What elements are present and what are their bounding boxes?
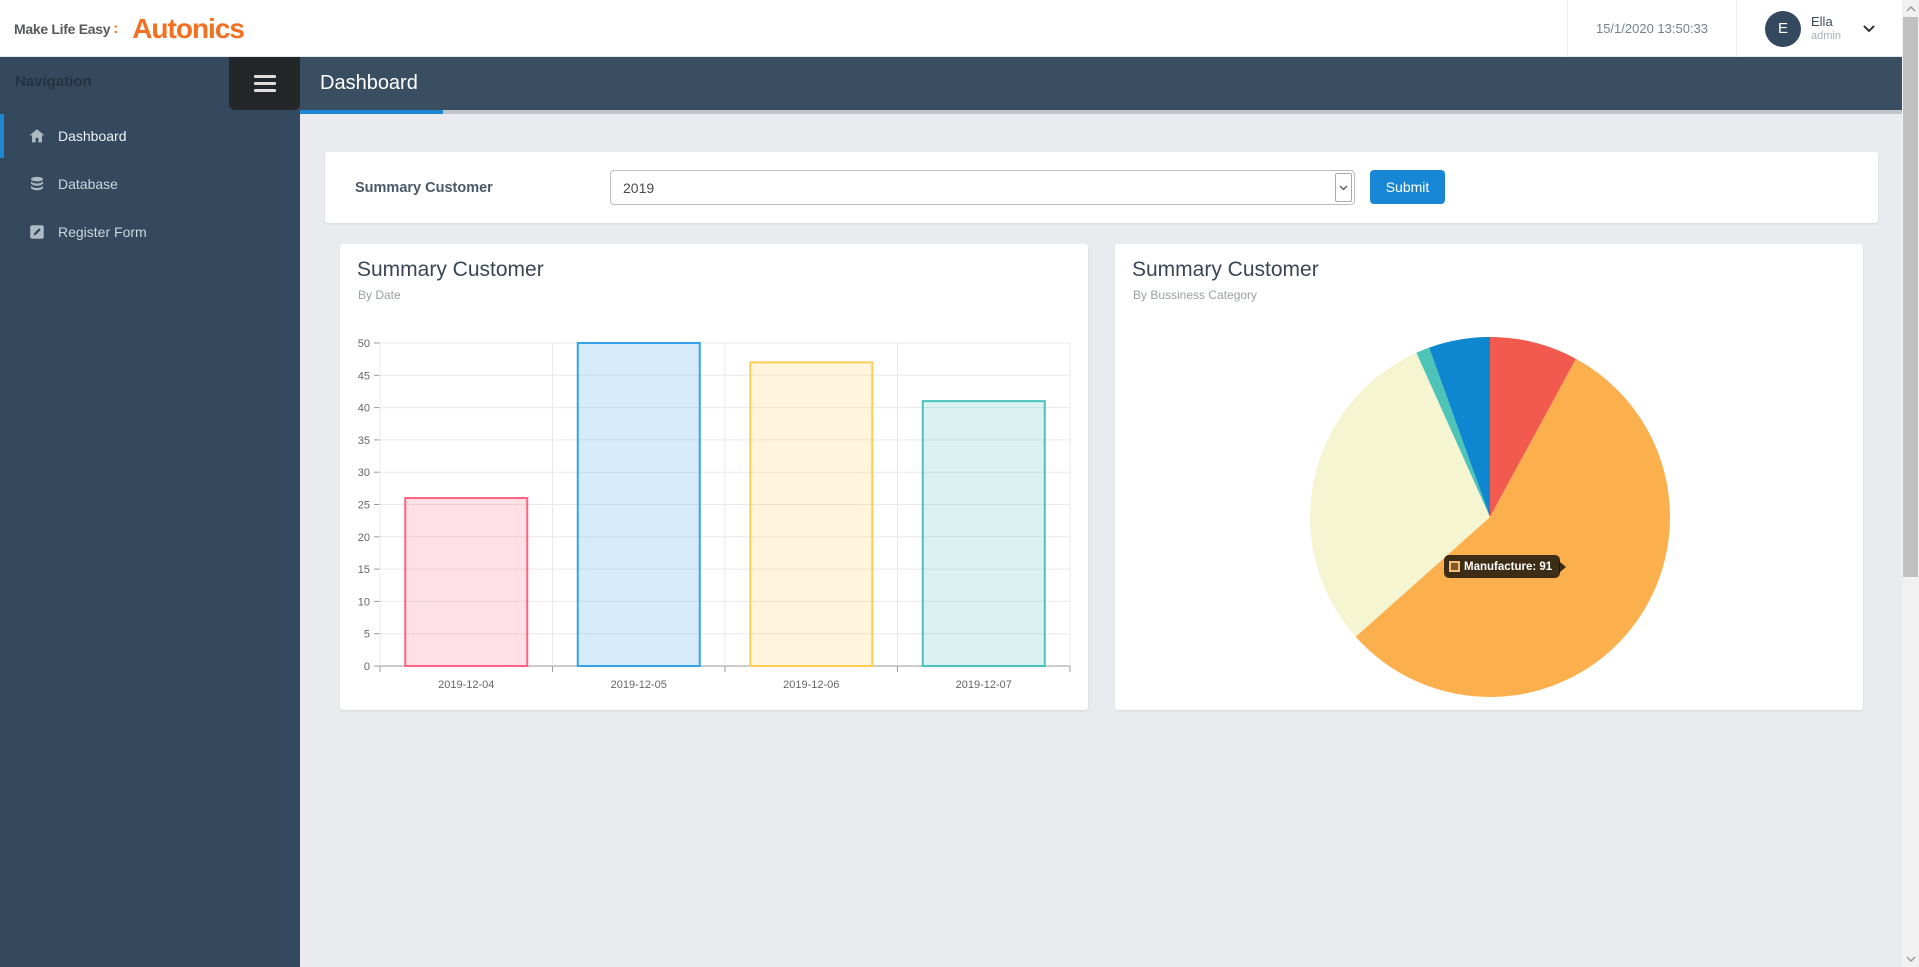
svg-text:2019-12-06: 2019-12-06: [783, 679, 839, 691]
tooltip-text: Manufacture: 91: [1464, 561, 1552, 573]
svg-text:2019-12-07: 2019-12-07: [956, 679, 1012, 691]
svg-text:35: 35: [358, 435, 370, 447]
chevron-down-icon[interactable]: [1863, 25, 1875, 33]
user-role: admin: [1811, 30, 1841, 43]
sidebar-item-label: Register Form: [58, 224, 147, 240]
sidebar-nav: Dashboard Database Register Form: [0, 112, 293, 256]
avatar[interactable]: E: [1765, 11, 1801, 47]
database-icon: [28, 175, 46, 193]
scroll-up-icon[interactable]: [1902, 0, 1919, 17]
svg-text:45: 45: [358, 370, 370, 382]
bar-card-title: Summary Customer: [357, 258, 544, 282]
tooltip-swatch: [1449, 561, 1460, 572]
chart-tooltip: Manufacture: 91: [1444, 555, 1560, 578]
year-select[interactable]: 2019: [610, 170, 1355, 205]
vertical-scrollbar[interactable]: [1902, 0, 1919, 967]
user-menu[interactable]: E Ella admin: [1737, 0, 1902, 57]
active-tab-indicator: [300, 110, 443, 114]
svg-text:40: 40: [358, 403, 370, 415]
svg-text:30: 30: [358, 467, 370, 479]
page-title: Dashboard: [320, 57, 418, 110]
year-select-value: 2019: [623, 180, 654, 196]
pie-chart-card: Summary Customer By Bussiness Category M…: [1115, 244, 1863, 710]
svg-text:50: 50: [358, 338, 370, 350]
svg-text:20: 20: [358, 532, 370, 544]
scroll-down-icon[interactable]: [1902, 950, 1919, 967]
edit-icon: [28, 223, 46, 241]
sidebar-item-label: Dashboard: [58, 128, 127, 144]
page-topbar: Dashboard: [300, 57, 1902, 110]
svg-text:5: 5: [364, 629, 370, 641]
logo-colon: :: [113, 20, 118, 37]
svg-text:15: 15: [358, 564, 370, 576]
sidebar: Navigation Dashboard Database Register For…: [0, 57, 300, 967]
svg-text:0: 0: [364, 661, 370, 673]
menu-toggle-button[interactable]: [229, 57, 300, 110]
sidebar-item-database[interactable]: Database: [0, 160, 293, 208]
svg-text:2019-12-05: 2019-12-05: [611, 679, 667, 691]
logo-brand: Autonics: [132, 13, 244, 45]
select-chevron-icon[interactable]: [1335, 173, 1352, 202]
sidebar-item-register-form[interactable]: Register Form: [0, 208, 293, 256]
brand-logo: Make Life Easy : Autonics: [14, 0, 244, 57]
home-icon: [28, 127, 46, 145]
bar-card-subtitle: By Date: [358, 288, 401, 302]
svg-text:25: 25: [358, 500, 370, 512]
bar-chart[interactable]: 0 5 10 15 20 25 30 35 40 45 50 2019-12-04 2019-12-05…: [348, 332, 1078, 704]
datetime: 15/1/2020 13:50:33: [1567, 0, 1737, 57]
app-header: Make Life Easy : Autonics 15/1/2020 13:5…: [0, 0, 1902, 57]
tab-track: [443, 110, 1902, 114]
svg-text:2019-12-04: 2019-12-04: [438, 679, 494, 691]
logo-tagline: Make Life Easy: [14, 21, 110, 37]
bar-chart-card: Summary Customer By Date 0 5 10 15 20 25 30 35 4…: [340, 244, 1088, 710]
filter-label: Summary Customer: [355, 152, 493, 223]
pie-chart[interactable]: [1115, 244, 1863, 710]
sidebar-item-label: Database: [58, 176, 118, 192]
app-root: Make Life Easy : Autonics 15/1/2020 13:5…: [0, 0, 1919, 967]
sidebar-item-dashboard[interactable]: Dashboard: [0, 112, 293, 160]
user-meta: Ella admin: [1811, 15, 1841, 43]
sidebar-section-label: Navigation: [15, 73, 92, 90]
avatar-initial: E: [1778, 20, 1788, 37]
filter-card: Summary Customer 2019 Submit: [325, 152, 1878, 223]
user-name: Ella: [1811, 15, 1841, 30]
submit-button[interactable]: Submit: [1370, 170, 1445, 204]
svg-text:10: 10: [358, 596, 370, 608]
scrollbar-thumb[interactable]: [1903, 17, 1918, 577]
